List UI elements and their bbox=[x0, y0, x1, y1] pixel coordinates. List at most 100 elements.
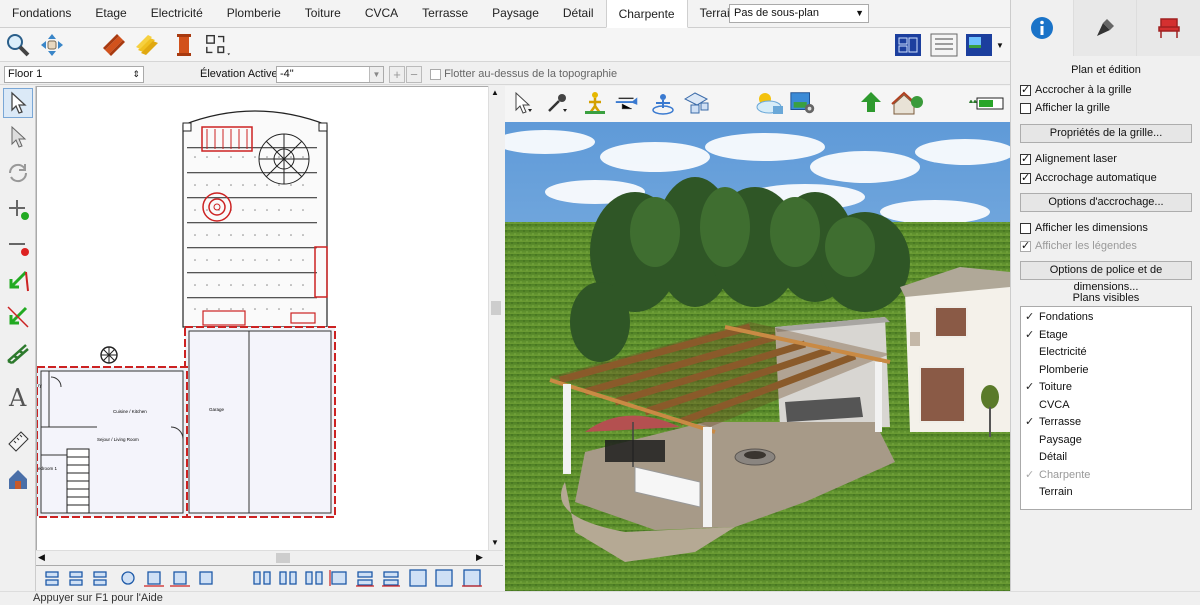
snap-grid-box[interactable] bbox=[1020, 83, 1031, 96]
auto-snap-box[interactable] bbox=[1020, 171, 1031, 184]
check-icon[interactable]: ✓ bbox=[1025, 379, 1039, 396]
tab-paysage[interactable]: Paysage bbox=[480, 0, 551, 27]
floor-select[interactable]: Floor 1 ⇕ bbox=[4, 66, 144, 83]
auto-snap-label: Accrochage automatique bbox=[1035, 172, 1157, 184]
layer-label: Fondations bbox=[1039, 311, 1094, 323]
pen-tab[interactable] bbox=[1074, 0, 1137, 56]
plus-button[interactable]: + bbox=[389, 66, 405, 83]
layer-item-electricite[interactable]: Electricité bbox=[1025, 344, 1087, 361]
battery-icon bbox=[965, 89, 1005, 117]
layer-item-terrain[interactable]: Terrain bbox=[1025, 484, 1073, 501]
layer-item-terrasse[interactable]: ✓ Terrasse bbox=[1025, 414, 1081, 431]
aerial-view-icon[interactable] bbox=[613, 89, 641, 117]
orbit-icon[interactable] bbox=[649, 89, 677, 117]
layer-item-fondations[interactable]: ✓ Fondations bbox=[1025, 309, 1093, 326]
snap-grid-checkbox[interactable]: Accrocher à la grille bbox=[1020, 83, 1132, 96]
visible-plans-title: Plans visibles bbox=[1072, 292, 1140, 304]
walkthrough-icon[interactable] bbox=[581, 89, 609, 117]
plan-view-canvas[interactable]: Cuisine / Kitchen Sejour / Living Room G… bbox=[36, 86, 503, 566]
show-dimensions-checkbox[interactable]: Afficher les dimensions bbox=[1020, 222, 1148, 234]
show-grid-checkbox[interactable]: Afficher la grille bbox=[1020, 102, 1110, 114]
tab-detail[interactable]: Détail bbox=[551, 0, 606, 27]
chevron-down-icon[interactable]: ▼ bbox=[993, 31, 1007, 59]
laser-align-checkbox[interactable]: Alignement laser bbox=[1020, 152, 1117, 165]
select-arrow-icon[interactable] bbox=[3, 88, 33, 118]
show-grid-box[interactable] bbox=[1020, 102, 1031, 114]
scroll-right-icon[interactable]: ▶ bbox=[476, 552, 483, 563]
tab-toiture[interactable]: Toiture bbox=[293, 0, 353, 27]
break-arrow-icon[interactable] bbox=[3, 302, 33, 332]
panel-section-title: Plan et édition bbox=[1071, 64, 1141, 76]
tab-etage[interactable]: Etage bbox=[83, 0, 138, 27]
render-settings-icon[interactable] bbox=[789, 89, 817, 117]
show-legends-label: Afficher les légendes bbox=[1035, 240, 1137, 252]
plan-horizontal-scrollbar[interactable]: ◀ ▶ bbox=[36, 550, 503, 565]
add-point-icon[interactable] bbox=[3, 194, 33, 224]
lumber-icon[interactable] bbox=[134, 31, 162, 59]
furniture-tab[interactable] bbox=[1137, 0, 1200, 56]
house-icon[interactable] bbox=[3, 464, 33, 494]
rotate-icon[interactable] bbox=[3, 158, 33, 188]
font-dimension-options-button[interactable]: Options de police et de dimensions... bbox=[1020, 261, 1192, 293]
float-topo-checkbox[interactable]: Flotter au-dessus de la topographie bbox=[430, 68, 617, 80]
layer-item-toiture[interactable]: ✓ Toiture bbox=[1025, 379, 1072, 396]
info-icon bbox=[1031, 17, 1053, 39]
layer-item-cvca[interactable]: CVCA bbox=[1025, 397, 1070, 414]
layer-label: Electricité bbox=[1039, 346, 1087, 358]
zoom-icon[interactable] bbox=[4, 31, 32, 59]
check-icon[interactable]: ✓ bbox=[1025, 414, 1039, 431]
tab-plomberie[interactable]: Plomberie bbox=[215, 0, 293, 27]
eyedropper-icon[interactable] bbox=[543, 89, 571, 117]
show-dimensions-box[interactable] bbox=[1020, 222, 1031, 234]
scroll-left-icon[interactable]: ◀ bbox=[38, 552, 45, 563]
camera-view-icon[interactable] bbox=[965, 31, 993, 59]
laser-align-box[interactable] bbox=[1020, 152, 1031, 165]
check-icon[interactable]: ✓ bbox=[1025, 309, 1039, 326]
tab-charpente[interactable]: Charpente bbox=[605, 0, 688, 28]
pan-icon[interactable] bbox=[38, 31, 66, 59]
elevation-input[interactable]: -4" ▼ bbox=[276, 66, 384, 83]
tab-electricite[interactable]: Electricité bbox=[139, 0, 215, 27]
tab-terrasse[interactable]: Terrasse bbox=[410, 0, 480, 27]
join-arrow-icon[interactable] bbox=[3, 266, 33, 296]
scroll-thumb[interactable] bbox=[491, 301, 501, 315]
framing-tools-icon[interactable] bbox=[204, 31, 232, 59]
wood-post-icon[interactable] bbox=[170, 31, 198, 59]
text-icon[interactable]: A bbox=[3, 382, 33, 412]
check-icon: ✓ bbox=[1025, 469, 1035, 481]
layer-item-detail[interactable]: Détail bbox=[1025, 449, 1067, 466]
truss-icon[interactable] bbox=[3, 338, 33, 368]
subplan-select[interactable]: Pas de sous-plan ▼ bbox=[729, 4, 869, 23]
snap-options-button[interactable]: Options d'accrochage... bbox=[1020, 193, 1192, 212]
tab-cvca[interactable]: CVCA bbox=[353, 0, 410, 27]
scroll-up-icon[interactable]: ▲ bbox=[491, 88, 499, 97]
grid-properties-button[interactable]: Propriétés de la grille... bbox=[1020, 124, 1192, 143]
check-icon[interactable]: ✓ bbox=[1025, 327, 1039, 344]
layer-item-paysage[interactable]: Paysage bbox=[1025, 432, 1082, 449]
plan-view-icon[interactable] bbox=[894, 31, 922, 59]
chevron-down-icon[interactable]: ▼ bbox=[369, 67, 383, 82]
floorplan-3d-icon[interactable] bbox=[683, 89, 711, 117]
tab-fondations[interactable]: Fondations bbox=[0, 0, 83, 27]
select-edit-icon[interactable] bbox=[3, 122, 33, 152]
scroll-thumb[interactable] bbox=[276, 553, 290, 563]
plan-vertical-scrollbar[interactable]: ▲ ▼ bbox=[488, 86, 503, 550]
layer-item-etage[interactable]: ✓ Etage bbox=[1025, 327, 1068, 344]
layer-item-plomberie[interactable]: Plomberie bbox=[1025, 362, 1089, 379]
info-tab[interactable] bbox=[1011, 0, 1074, 56]
3d-camera-view[interactable] bbox=[505, 122, 1010, 592]
elevation-view-icon[interactable] bbox=[930, 31, 958, 59]
sun-weather-icon[interactable] bbox=[750, 89, 786, 117]
float-topo-box[interactable] bbox=[430, 68, 441, 80]
tree-up-icon[interactable] bbox=[857, 89, 885, 117]
show-dimensions-label: Afficher les dimensions bbox=[1035, 222, 1148, 234]
minus-button[interactable]: − bbox=[406, 66, 422, 83]
house-landscape-icon[interactable] bbox=[889, 89, 925, 117]
ruler-icon[interactable] bbox=[3, 426, 33, 456]
remove-point-icon[interactable] bbox=[3, 230, 33, 260]
show-legends-checkbox: Afficher les légendes bbox=[1020, 239, 1137, 252]
auto-snap-checkbox[interactable]: Accrochage automatique bbox=[1020, 171, 1157, 184]
scroll-down-icon[interactable]: ▼ bbox=[491, 538, 499, 547]
steel-beam-icon[interactable] bbox=[100, 31, 128, 59]
select-3d-icon[interactable] bbox=[509, 89, 537, 117]
